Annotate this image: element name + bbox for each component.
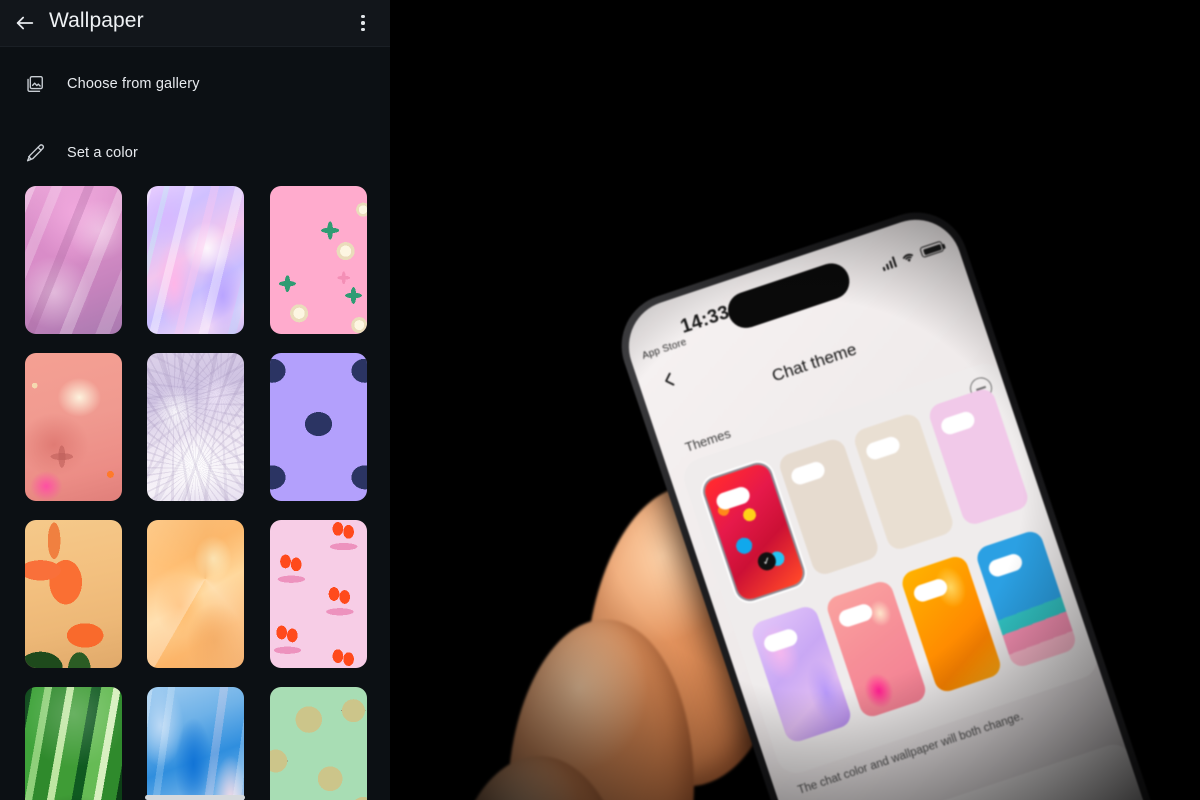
wallpaper-art-orange-abstract-swirl	[147, 520, 244, 668]
theme-grid: ✓	[695, 386, 1079, 745]
screen-root: Wallpaper Choose from gallery Set a colo…	[0, 0, 1200, 800]
gallery-icon	[23, 73, 45, 95]
wallpaper-thumb[interactable]	[147, 353, 244, 501]
wallpaper-thumb[interactable]	[147, 520, 244, 668]
wallpaper-art-figs-on-lavender	[270, 353, 367, 501]
wallpaper-thumb[interactable]	[270, 186, 367, 334]
wallpaper-grid	[0, 186, 390, 800]
wallpaper-art-orange-lilies	[25, 520, 122, 668]
wallpaper-art-blue-abstract	[147, 687, 244, 800]
wallpaper-art-coral-florals	[25, 353, 122, 501]
status-time: 14:33	[678, 302, 733, 338]
wallpaper-thumb[interactable]	[25, 520, 122, 668]
home-indicator[interactable]	[145, 795, 245, 800]
choose-from-gallery-item[interactable]: Choose from gallery	[0, 61, 390, 107]
app-bar: Wallpaper	[0, 0, 390, 47]
status-icons	[880, 240, 945, 272]
status-return-app-label: App Store	[640, 336, 689, 362]
wallpaper-art-pink-peony-petals	[25, 186, 122, 334]
wallpaper-picker-panel: Wallpaper Choose from gallery Set a colo…	[0, 0, 390, 800]
battery-icon	[919, 240, 945, 259]
wallpaper-art-pink-roses-and-palms	[270, 186, 367, 334]
set-a-color-label: Set a color	[67, 145, 138, 161]
wallpaper-thumb[interactable]	[147, 186, 244, 334]
more-vertical-icon[interactable]	[348, 8, 378, 38]
wallpaper-thumb[interactable]	[25, 687, 122, 800]
set-a-color-item[interactable]: Set a color	[0, 130, 390, 176]
wallpaper-thumb[interactable]	[270, 520, 367, 668]
choose-from-gallery-label: Choose from gallery	[67, 76, 200, 92]
wallpaper-art-sunglasses-on-pink	[270, 520, 367, 668]
back-arrow-icon[interactable]	[10, 8, 40, 38]
wallpaper-thumb[interactable]	[270, 353, 367, 501]
wallpaper-thumb[interactable]	[25, 353, 122, 501]
eyedropper-icon	[23, 142, 45, 164]
wallpaper-thumb[interactable]	[25, 186, 122, 334]
dynamic-island	[723, 258, 855, 333]
phone-photo: 14:33 App Store Chat theme Themes ✓ The …	[390, 0, 1200, 800]
cellular-bars-icon	[880, 256, 898, 272]
wallpaper-art-macarons-on-mint	[270, 687, 367, 800]
wallpaper-art-green-leaves	[25, 687, 122, 800]
wifi-icon	[902, 253, 914, 262]
wallpaper-art-dandelion-seed-heads	[147, 353, 244, 501]
wallpaper-art-holographic-iridescent	[147, 186, 244, 334]
chevron-left-icon[interactable]	[657, 367, 684, 396]
wallpaper-thumb[interactable]	[147, 687, 244, 800]
page-title: Wallpaper	[49, 9, 144, 32]
wallpaper-thumb[interactable]	[270, 687, 367, 800]
